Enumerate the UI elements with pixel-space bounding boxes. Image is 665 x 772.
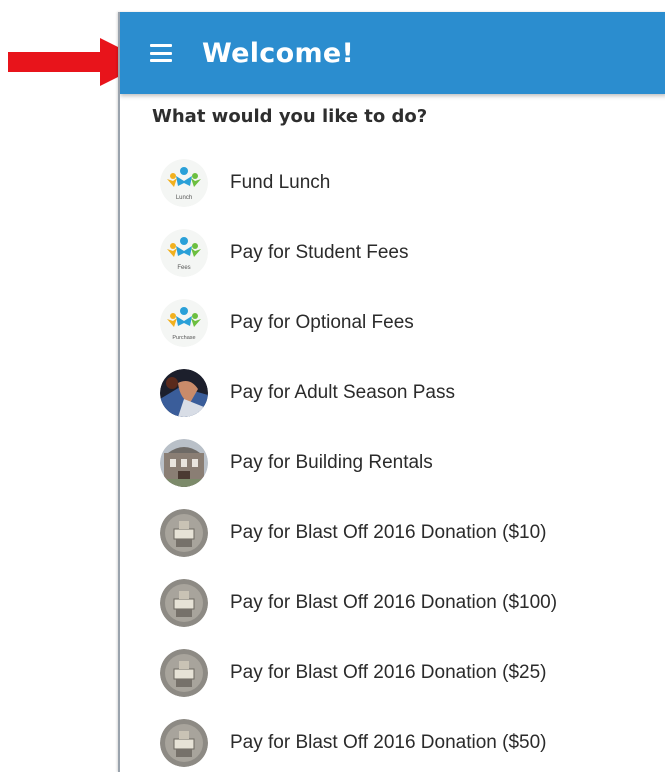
list-item-label: Pay for Student Fees bbox=[230, 242, 409, 263]
list-item-label: Pay for Adult Season Pass bbox=[230, 382, 455, 403]
donation-photo-icon bbox=[160, 649, 208, 697]
hamburger-menu-icon[interactable] bbox=[150, 40, 172, 66]
list-item-label: Pay for Building Rentals bbox=[230, 452, 433, 473]
list-item-donation-100[interactable]: Pay for Blast Off 2016 Donation ($100) bbox=[152, 568, 665, 638]
list-item-building-rentals[interactable]: Pay for Building Rentals bbox=[152, 428, 665, 498]
list-item-label: Pay for Optional Fees bbox=[230, 312, 414, 333]
season-pass-photo-icon bbox=[160, 369, 208, 417]
app-window: Welcome! What would you like to do? Lunc… bbox=[118, 12, 665, 772]
list-item-label: Pay for Blast Off 2016 Donation ($100) bbox=[230, 592, 558, 613]
list-item-student-fees[interactable]: Fees Pay for Student Fees bbox=[152, 218, 665, 288]
list-item-donation-10[interactable]: Pay for Blast Off 2016 Donation ($10) bbox=[152, 498, 665, 568]
list-item-optional-fees[interactable]: Purchase Pay for Optional Fees bbox=[152, 288, 665, 358]
list-item-label: Pay for Blast Off 2016 Donation ($25) bbox=[230, 662, 547, 683]
donation-photo-icon bbox=[160, 509, 208, 557]
svg-text:Fees: Fees bbox=[177, 265, 190, 271]
app-bar: Welcome! bbox=[120, 12, 665, 94]
list-item-label: Pay for Blast Off 2016 Donation ($10) bbox=[230, 522, 547, 543]
action-list: Lunch Fund Lunch Fees Pay for Student Fe… bbox=[152, 148, 665, 772]
list-item-label: Pay for Blast Off 2016 Donation ($50) bbox=[230, 732, 547, 753]
list-item-donation-50[interactable]: Pay for Blast Off 2016 Donation ($50) bbox=[152, 708, 665, 772]
svg-text:Lunch: Lunch bbox=[176, 195, 192, 201]
section-prompt: What would you like to do? bbox=[152, 106, 428, 127]
fees-logo-icon: Fees bbox=[160, 229, 208, 277]
lunch-logo-icon: Lunch bbox=[160, 159, 208, 207]
svg-text:Purchase: Purchase bbox=[172, 335, 195, 341]
purchase-logo-icon: Purchase bbox=[160, 299, 208, 347]
list-item-donation-25[interactable]: Pay for Blast Off 2016 Donation ($25) bbox=[152, 638, 665, 708]
page-title: Welcome! bbox=[202, 37, 355, 69]
donation-photo-icon bbox=[160, 719, 208, 767]
list-item-adult-season-pass[interactable]: Pay for Adult Season Pass bbox=[152, 358, 665, 428]
list-item-fund-lunch[interactable]: Lunch Fund Lunch bbox=[152, 148, 665, 218]
donation-photo-icon bbox=[160, 579, 208, 627]
building-photo-icon bbox=[160, 439, 208, 487]
main-content: What would you like to do? Lunch Fund Lu… bbox=[120, 94, 665, 772]
list-item-label: Fund Lunch bbox=[230, 172, 331, 193]
